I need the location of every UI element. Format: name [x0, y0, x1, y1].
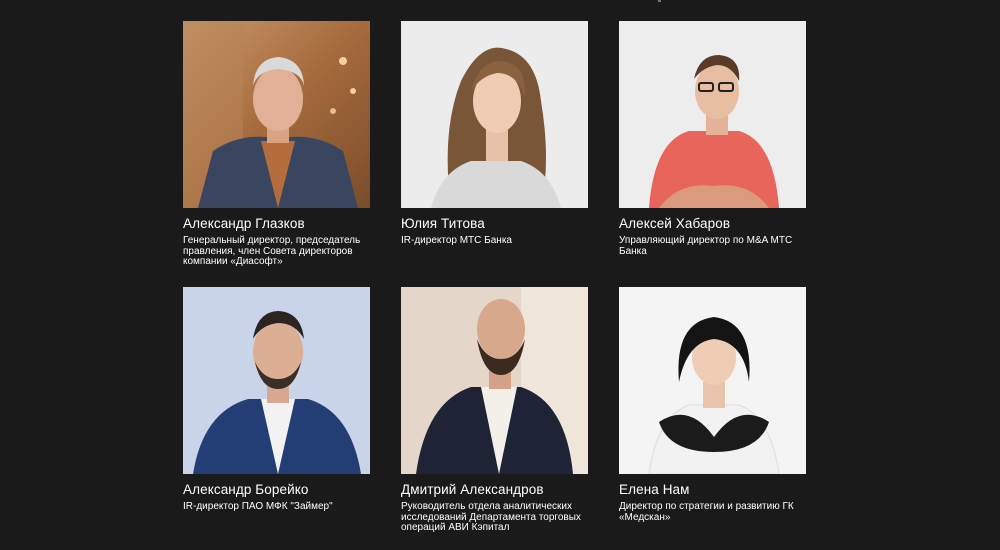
speaker-card[interactable]: Дмитрий Александров Руководитель отдела …: [401, 287, 588, 550]
speaker-card[interactable]: Юлия Титова IR-директор МТС Банка: [401, 21, 588, 287]
speaker-role: IR-директор ПАО МФК "Займер": [183, 501, 333, 512]
speaker-photo: [183, 287, 370, 474]
speakers-page: Александр Глазков Генеральный директор, …: [0, 0, 1000, 550]
portrait-man-glasses-icon: [619, 21, 806, 208]
speaker-photo: [183, 21, 370, 208]
speakers-grid: Александр Глазков Генеральный директор, …: [183, 21, 806, 550]
speaker-photo: [619, 21, 806, 208]
speaker-photo: [401, 21, 588, 208]
portrait-man-beard-icon: [183, 287, 370, 474]
speaker-name: Александр Борейко: [183, 482, 309, 497]
portrait-woman-short-hair-icon: [619, 287, 806, 474]
speaker-role: Управляющий директор по M&A МТС Банка: [619, 235, 793, 257]
speaker-card[interactable]: Александр Глазков Генеральный директор, …: [183, 21, 370, 287]
portrait-woman-long-hair-icon: [401, 21, 588, 208]
top-divider-mark: [658, 0, 661, 2]
speaker-photo: [401, 287, 588, 474]
speaker-photo: [619, 287, 806, 474]
portrait-man-suit-icon: [183, 21, 370, 208]
speaker-name: Александр Глазков: [183, 216, 305, 231]
speaker-name: Елена Нам: [619, 482, 690, 497]
speaker-name: Юлия Титова: [401, 216, 485, 231]
speaker-role: Директор по стратегии и развитию ГК «Мед…: [619, 501, 794, 523]
portrait-man-bald-icon: [401, 287, 588, 474]
speaker-name: Дмитрий Александров: [401, 482, 544, 497]
speaker-role: Руководитель отдела аналитических исслед…: [401, 501, 581, 534]
speaker-role: Генеральный директор, председатель правл…: [183, 235, 361, 268]
speaker-role: IR-директор МТС Банка: [401, 235, 512, 246]
speaker-name: Алексей Хабаров: [619, 216, 731, 231]
speaker-card[interactable]: Алексей Хабаров Управляющий директор по …: [619, 21, 806, 287]
speaker-card[interactable]: Александр Борейко IR-директор ПАО МФК "З…: [183, 287, 370, 550]
speaker-card[interactable]: Елена Нам Директор по стратегии и развит…: [619, 287, 806, 550]
